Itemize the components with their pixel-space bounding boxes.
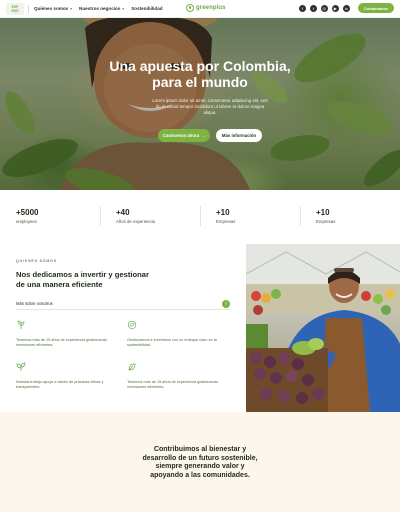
more-info-button[interactable]: Más información xyxy=(216,129,262,142)
mission-statement: Contribuimos al bienestar y desarrollo d… xyxy=(142,446,258,479)
hero-title: Una apuesta por Colombia, para el mundo xyxy=(109,58,291,90)
stats-bar: +5000 employees +40 Años de experiencia … xyxy=(0,190,400,244)
instagram-icon[interactable]: ◎ xyxy=(320,4,328,12)
stat-item: +5000 employees xyxy=(0,190,100,244)
stat-value: +5000 xyxy=(16,208,39,217)
chevron-right-icon: › xyxy=(222,299,230,308)
language-option-eng[interactable]: ENG xyxy=(12,9,19,13)
stat-value: +40 xyxy=(116,208,130,217)
chevron-down-icon: ▾ xyxy=(122,6,125,11)
about-section: QUIENES SOMOS Nos dedicamos a invertir y… xyxy=(0,244,246,412)
more-about-us-label: Más sobre nosotros xyxy=(16,301,53,306)
stat-item: +40 Años de experiencia xyxy=(100,190,200,244)
mission-section: Contribuimos al bienestar y desarrollo d… xyxy=(0,412,400,512)
about-title: Nos dedicamos a invertir y gestionar de … xyxy=(16,270,149,289)
top-navbar: ESP ENG Quiénes somos ▾ Nuestros negocio… xyxy=(0,0,400,18)
nav-right: f t ◎ ▶ in Contáctanos xyxy=(298,3,394,13)
linkedin-icon[interactable]: in xyxy=(342,4,350,12)
stat-label: Años de experiencia xyxy=(116,219,155,224)
stat-label: Empresas xyxy=(316,219,336,224)
nav-link-label: Quiénes somos xyxy=(34,6,69,11)
facebook-icon[interactable]: f xyxy=(298,4,306,12)
market-vendor-photo xyxy=(246,244,400,412)
hero-subtitle: Lorem ipsum dolor sit amet, consectetur … xyxy=(152,98,268,115)
market-illustration xyxy=(246,244,400,412)
stat-value: +10 xyxy=(216,208,230,217)
know-us-button-label: Conócenos ahora xyxy=(162,133,199,138)
youtube-icon[interactable]: ▶ xyxy=(331,4,339,12)
stat-value: +10 xyxy=(316,208,330,217)
stat-label: employees xyxy=(16,219,37,224)
nav-links: Quiénes somos ▾ Nuestros negocios ▾ Sost… xyxy=(34,6,163,11)
know-us-button[interactable]: Conócenos ahora → xyxy=(158,129,210,142)
feature-text: Tenemos más de 15 años de experiencia ge… xyxy=(127,380,218,390)
feature-text: Nuestra trabajo apoya a través de prácti… xyxy=(16,380,104,390)
plant-icon xyxy=(17,320,25,329)
leaf-icon xyxy=(128,363,136,371)
feature-item: Gestionamos e invertimos con un enfoque … xyxy=(127,320,219,348)
nav-link-label: Nuestros negocios xyxy=(79,6,121,11)
logo-text: greenplus xyxy=(196,5,226,11)
feature-text: Gestionamos e invertimos con un enfoque … xyxy=(127,338,217,348)
logo-mark-icon xyxy=(186,4,194,12)
stat-item: +10 Empresas xyxy=(200,190,300,244)
stat-label: Empresas xyxy=(216,219,236,224)
feature-text: Tenemos más de 15 años de experiencia ge… xyxy=(16,338,107,348)
contact-button[interactable]: Contáctanos xyxy=(357,3,394,13)
stat-item: +10 Empresas xyxy=(300,190,400,244)
arrow-right-icon: → xyxy=(201,133,206,138)
section-eyebrow: QUIENES SOMOS xyxy=(16,259,57,263)
sprout-icon xyxy=(16,362,26,371)
more-about-us-link[interactable]: Más sobre nosotros › xyxy=(16,298,230,310)
twitter-icon[interactable]: t xyxy=(309,4,317,12)
nav-link-quienes-somos[interactable]: Quiénes somos ▾ xyxy=(34,6,72,11)
feature-item: Tenemos más de 15 años de experiencia ge… xyxy=(127,362,219,390)
nav-link-nuestros-negocios[interactable]: Nuestros negocios ▾ xyxy=(79,6,124,11)
nav-link-sostenibilidad[interactable]: Sostenibilidad xyxy=(131,6,162,11)
brand-logo[interactable]: greenplus xyxy=(186,4,226,12)
nav-link-label: Sostenibilidad xyxy=(131,6,163,11)
nav-divider xyxy=(28,4,29,13)
chevron-down-icon: ▾ xyxy=(70,6,73,11)
hero-section: Una apuesta por Colombia, para el mundo … xyxy=(0,18,400,190)
leaf-cycle-icon xyxy=(127,320,137,330)
language-switcher[interactable]: ESP ENG xyxy=(6,2,24,15)
feature-item: Nuestra trabajo apoya a través de prácti… xyxy=(16,362,108,390)
feature-item: Tenemos más de 15 años de experiencia ge… xyxy=(16,320,108,348)
